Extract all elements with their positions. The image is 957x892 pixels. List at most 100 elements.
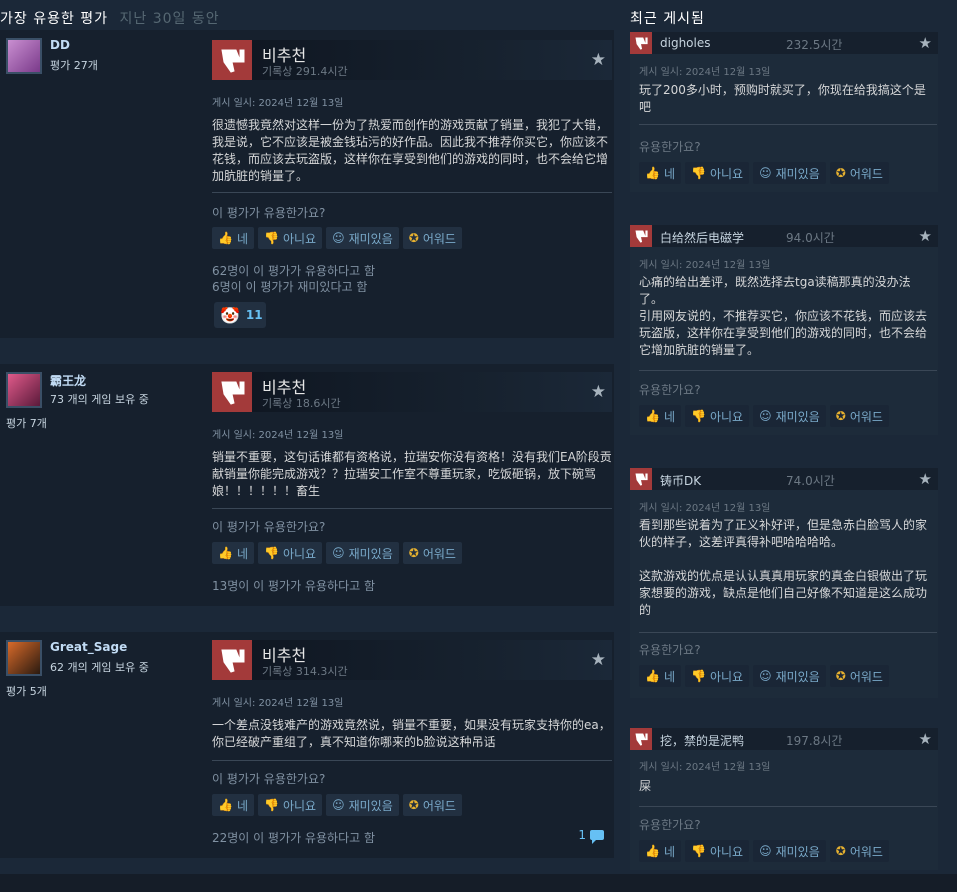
no-button[interactable]: 👎 아니요 <box>685 665 750 687</box>
award-button[interactable]: ✪ 어워드 <box>829 405 889 427</box>
review-stats: 62명이 이 평가가 유용하다고 함 6명이 이 평가가 재미있다고 함 <box>212 263 375 295</box>
posted-date: 게시 일시: 2024년 12월 13일 <box>212 430 344 441</box>
award-button[interactable]: ✪ 어워드 <box>402 542 462 564</box>
recent-review-text: 玩了200多小时，预购时就买了，你现在给我搞这个是吧 <box>639 83 926 114</box>
star-icon[interactable]: ★ <box>591 650 606 670</box>
funny-button[interactable]: ☺ 재미있음 <box>326 227 399 249</box>
no-button[interactable]: 👎 아니요 <box>258 794 323 816</box>
smiley-icon: ☺ <box>332 231 345 245</box>
recent-review-header[interactable]: 铸币DK 74.0시간 ★ <box>630 468 938 490</box>
hours-on-record: 기록상 314.3시간 <box>262 665 348 678</box>
funny-button[interactable]: ☺ 재미있음 <box>326 542 399 564</box>
thumbs-down-icon <box>630 32 652 54</box>
recent-review-header[interactable]: 白给然后电磁学 94.0시간 ★ <box>630 225 938 247</box>
author-name[interactable]: DD <box>50 38 70 52</box>
no-label: 아니요 <box>282 231 317 246</box>
recent-review-header[interactable]: digholes 232.5시간 ★ <box>630 32 938 54</box>
reaction-count: 11 <box>245 308 263 322</box>
no-button[interactable]: 👎 아니요 <box>258 542 323 564</box>
award-button[interactable]: ✪ 어워드 <box>829 162 889 184</box>
recent-review-header[interactable]: 挖，禁的是泥鸭 197.8시간 ★ <box>630 728 938 750</box>
star-icon[interactable]: ★ <box>591 50 606 70</box>
no-button[interactable]: 👎 아니요 <box>685 405 750 427</box>
thumbs-up-icon: 👍 <box>645 844 660 858</box>
star-icon[interactable]: ★ <box>591 382 606 402</box>
author-name[interactable]: Great_Sage <box>50 640 127 654</box>
star-icon[interactable]: ★ <box>919 227 932 245</box>
reaction-badge[interactable]: 🤡 11 <box>214 302 266 328</box>
award-icon: ✪ <box>835 166 846 180</box>
award-label: 어워드 <box>849 166 883 181</box>
thumbs-down-small-icon: 👎 <box>264 231 279 245</box>
helpful-question: 유용한가요? <box>639 643 701 657</box>
funny-label: 재미있음 <box>348 231 393 246</box>
thumbs-down-icon <box>212 640 252 680</box>
thumbs-up-icon: 👍 <box>645 409 660 423</box>
thumbs-up-icon: 👍 <box>218 546 233 560</box>
divider <box>212 760 612 761</box>
thumbs-down-icon <box>630 468 652 490</box>
smiley-icon: ☺ <box>759 166 772 180</box>
award-button[interactable]: ✪ 어워드 <box>402 794 462 816</box>
thumbs-down-small-icon: 👎 <box>691 844 706 858</box>
comments-link[interactable]: 1 <box>578 828 604 844</box>
funny-label: 재미있음 <box>348 546 393 561</box>
recent-author-name[interactable]: digholes <box>660 36 710 50</box>
review-text: 销量不重要，这句话谁都有资格说，拉瑞安你没有资格！没有我们EA阶段贡献销量你能完… <box>212 450 612 498</box>
yes-button[interactable]: 👍 네 <box>639 405 681 427</box>
yes-label: 네 <box>663 409 675 424</box>
yes-label: 네 <box>663 669 675 684</box>
divider <box>639 370 937 371</box>
author-name[interactable]: 霸王龙 <box>50 372 86 389</box>
yes-button[interactable]: 👍 네 <box>212 542 254 564</box>
no-button[interactable]: 👎 아니요 <box>258 227 323 249</box>
author-games-owned: 62 개의 게임 보유 중 <box>50 661 149 674</box>
yes-button[interactable]: 👍 네 <box>212 794 254 816</box>
funny-label: 재미있음 <box>775 844 820 859</box>
funny-button[interactable]: ☺ 재미있음 <box>753 162 826 184</box>
recent-author-name[interactable]: 白给然后电磁学 <box>660 229 744 246</box>
comment-count: 1 <box>578 828 586 842</box>
award-button[interactable]: ✪ 어워드 <box>402 227 462 249</box>
award-button[interactable]: ✪ 어워드 <box>829 665 889 687</box>
vote-header[interactable]: 비추천 기록상 314.3시간 ★ <box>212 640 612 680</box>
helpful-question: 이 평가가 유용한가요? <box>212 520 326 534</box>
review-body: 게시 일시: 2024년 12월 13일 很遗憾我竟然对这样一份为了热爱而创作的… <box>212 94 612 185</box>
yes-button[interactable]: 👍 네 <box>639 162 681 184</box>
author-review-count: 평가 5개 <box>6 685 47 698</box>
avatar[interactable] <box>6 640 42 676</box>
award-icon: ✪ <box>408 231 419 245</box>
yes-button[interactable]: 👍 네 <box>639 840 681 862</box>
comment-bubble-icon <box>590 830 604 844</box>
hours-on-record: 기록상 291.4시간 <box>262 65 348 78</box>
no-button[interactable]: 👎 아니요 <box>685 840 750 862</box>
avatar[interactable] <box>6 372 42 408</box>
funny-button[interactable]: ☺ 재미있음 <box>753 405 826 427</box>
avatar[interactable] <box>6 38 42 74</box>
funny-label: 재미있음 <box>775 669 820 684</box>
recent-hours: 74.0시간 <box>786 474 835 488</box>
yes-button[interactable]: 👍 네 <box>639 665 681 687</box>
recent-author-name[interactable]: 铸币DK <box>660 472 701 489</box>
star-icon[interactable]: ★ <box>919 470 932 488</box>
award-label: 어워드 <box>422 546 456 561</box>
award-icon: ✪ <box>835 844 846 858</box>
funny-button[interactable]: ☺ 재미있음 <box>326 794 399 816</box>
recent-author-name[interactable]: 挖，禁的是泥鸭 <box>660 732 744 749</box>
star-icon[interactable]: ★ <box>919 34 932 52</box>
review-text: 很遗憾我竟然对这样一份为了热爱而创作的游戏贡献了销量，我犯了大错，我是说，它不应… <box>212 118 609 183</box>
most-helpful-header: 가장 유용한 평가 지난 30일 동안 <box>0 8 220 28</box>
posted-date: 게시 일시: 2024년 12월 13일 <box>639 762 771 773</box>
vote-header[interactable]: 비추천 기록상 18.6시간 ★ <box>212 372 612 412</box>
divider <box>212 192 612 193</box>
star-icon[interactable]: ★ <box>919 730 932 748</box>
funny-button[interactable]: ☺ 재미있음 <box>753 840 826 862</box>
yes-button[interactable]: 👍 네 <box>212 227 254 249</box>
no-button[interactable]: 👎 아니요 <box>685 162 750 184</box>
thumbs-up-icon: 👍 <box>218 798 233 812</box>
funny-button[interactable]: ☺ 재미있음 <box>753 665 826 687</box>
vote-header[interactable]: 비추천 기록상 291.4시간 ★ <box>212 40 612 80</box>
award-button[interactable]: ✪ 어워드 <box>829 840 889 862</box>
posted-date: 게시 일시: 2024년 12월 13일 <box>212 98 344 109</box>
vote-buttons: 👍 네 👎 아니요 ☺ 재미있음 ✪ 어워드 <box>639 840 889 862</box>
